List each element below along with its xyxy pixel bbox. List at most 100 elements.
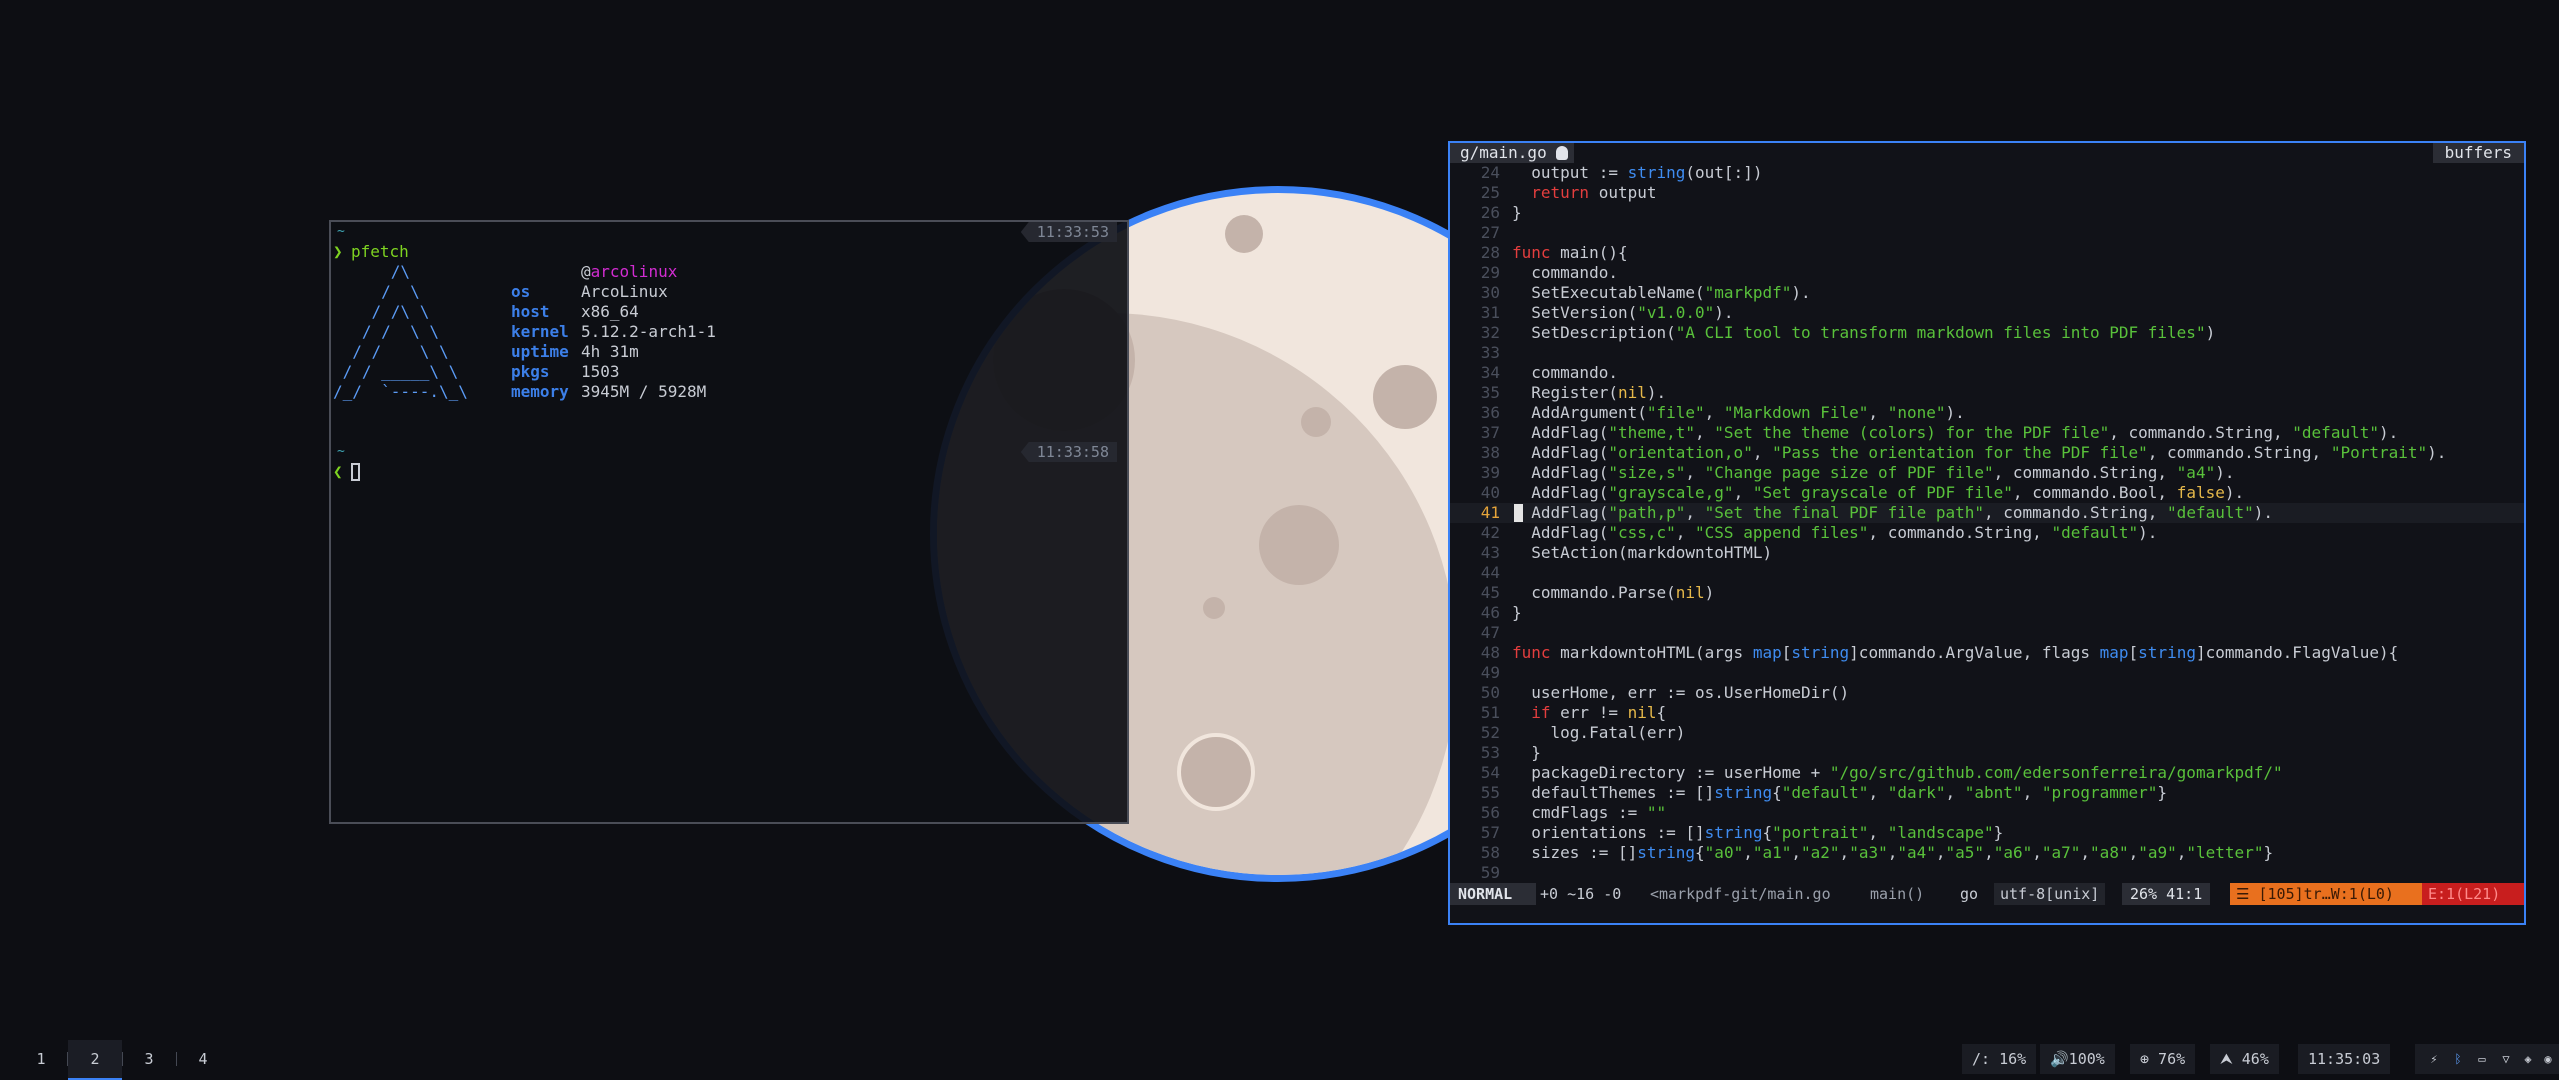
code-line[interactable]: 26} xyxy=(1450,203,2524,223)
ascii-logo-line: /_/ `----.\_\ xyxy=(333,382,468,401)
active-command-line[interactable]: ❮ xyxy=(331,462,1127,482)
line-number: 45 xyxy=(1480,583,1500,602)
ascii-logo-line: /\ xyxy=(333,262,411,281)
status-bar: 1 2 3 4 /: 16% 🔊100% ⊕ 76% ⮝ 46% 11:35:0… xyxy=(0,1040,2559,1080)
code-line[interactable]: 55 defaultThemes := []string{"default", … xyxy=(1450,783,2524,803)
code-text: orientations := []string{"portrait", "la… xyxy=(1512,823,2004,842)
clock-value: 11:35:03 xyxy=(2308,1050,2381,1068)
code-line[interactable]: 37 AddFlag("theme,t", "Set the theme (co… xyxy=(1450,423,2524,443)
vpn-icon[interactable]: ▽ xyxy=(2499,1052,2513,1066)
prompt-header: ~ 11:33:53 xyxy=(331,222,1127,242)
disk-usage-module[interactable]: /: 16% xyxy=(1962,1044,2037,1074)
pfetch-value-host: x86_64 xyxy=(581,302,639,321)
app-icon[interactable]: ⚡ xyxy=(2427,1052,2441,1066)
discord-icon[interactable]: ◉ xyxy=(2541,1052,2555,1066)
code-line[interactable]: 56 cmdFlags := "" xyxy=(1450,803,2524,823)
code-text: Register(nil). xyxy=(1512,383,1667,402)
buffer-tab-label: g/main.go xyxy=(1460,143,1547,162)
file-path: <markpdf-git/main.go xyxy=(1650,885,1831,903)
pfetch-value-os: ArcoLinux xyxy=(581,282,668,301)
line-number: 29 xyxy=(1480,263,1500,282)
buffer-tab[interactable]: g/main.go xyxy=(1450,143,1575,163)
code-line[interactable]: 30 SetExecutableName("markpdf"). xyxy=(1450,283,2524,303)
workspace-1[interactable]: 1 xyxy=(14,1040,68,1078)
prompt-arrow: ❮ xyxy=(333,462,343,481)
workspace-3[interactable]: 3 xyxy=(122,1040,176,1078)
code-line[interactable]: 58 sizes := []string{"a0","a1","a2","a3"… xyxy=(1450,843,2524,863)
code-line[interactable]: 45 commando.Parse(nil) xyxy=(1450,583,2524,603)
pfetch-user: @ xyxy=(581,262,591,281)
code-line[interactable]: 57 orientations := []string{"portrait", … xyxy=(1450,823,2524,843)
line-number: 44 xyxy=(1480,563,1500,582)
code-line[interactable]: 43 SetAction(markdowntoHTML) xyxy=(1450,543,2524,563)
code-line[interactable]: 42 AddFlag("css,c", "CSS append files", … xyxy=(1450,523,2524,543)
code-text: AddFlag("theme,t", "Set the theme (color… xyxy=(1512,423,2399,442)
code-line[interactable]: 50 userHome, err := os.UserHomeDir() xyxy=(1450,683,2524,703)
line-number: 28 xyxy=(1480,243,1500,262)
clock-module[interactable]: 11:35:03 xyxy=(2298,1044,2391,1074)
code-text: AddArgument("file", "Markdown File", "no… xyxy=(1512,403,1965,422)
pfetch-value-memory: 3945M / 5928M xyxy=(581,382,707,401)
code-line[interactable]: 59 xyxy=(1450,863,2524,883)
code-line[interactable]: 48 func markdowntoHTML(args map[string]co… xyxy=(1450,643,2524,663)
code-line[interactable]: 39 AddFlag("size,s", "Change page size o… xyxy=(1450,463,2524,483)
code-line[interactable]: 34 commando. xyxy=(1450,363,2524,383)
cpu-module[interactable]: ⊕ 76% xyxy=(2130,1044,2196,1074)
code-line[interactable]: 49 xyxy=(1450,663,2524,683)
code-line[interactable]: 32 SetDescription("A CLI tool to transfo… xyxy=(1450,323,2524,343)
code-text: log.Fatal(err) xyxy=(1512,723,1686,742)
code-line[interactable]: 29 commando. xyxy=(1450,263,2524,283)
command-input[interactable] xyxy=(351,462,360,482)
moon-crater xyxy=(1301,407,1331,437)
line-number: 58 xyxy=(1480,843,1500,862)
moon-crater xyxy=(1259,505,1339,585)
code-text: return output xyxy=(1531,183,1657,202)
code-line[interactable]: 47 xyxy=(1450,623,2524,643)
line-number: 36 xyxy=(1480,403,1500,422)
workspace-2[interactable]: 2 xyxy=(68,1040,122,1080)
editor-window[interactable]: g/main.go buffers 24 output := string(ou… xyxy=(1448,141,2526,925)
code-line[interactable]: 54 packageDirectory := userHome + "/go/s… xyxy=(1450,763,2524,783)
code-line[interactable]: 31 SetVersion("v1.0.0"). xyxy=(1450,303,2524,323)
code-line[interactable]: 33 xyxy=(1450,343,2524,363)
current-function: main() xyxy=(1870,885,1925,903)
code-line[interactable]: 53 } xyxy=(1450,743,2524,763)
code-text: AddFlag("orientation,o", "Pass the orien… xyxy=(1512,443,2447,462)
code-line[interactable]: 25 return output xyxy=(1450,183,2524,203)
code-line[interactable]: 51 if err != nil{ xyxy=(1450,703,2524,723)
code-line[interactable]: 44 xyxy=(1450,563,2524,583)
line-number: 51 xyxy=(1480,703,1500,722)
code-line[interactable]: 38 AddFlag("orientation,o", "Pass the or… xyxy=(1450,443,2524,463)
workspace-4[interactable]: 4 xyxy=(176,1040,230,1078)
bluetooth-icon[interactable]: ᛒ xyxy=(2451,1052,2465,1066)
line-number: 26 xyxy=(1480,203,1500,222)
security-icon[interactable]: ◈ xyxy=(2521,1052,2535,1066)
code-line[interactable]: 52 log.Fatal(err) xyxy=(1450,723,2524,743)
code-line[interactable]: 35 Register(nil). xyxy=(1450,383,2524,403)
code-line[interactable]: 24 output := string(out[:]) xyxy=(1450,163,2524,183)
updates-value: ⮝ 46% xyxy=(2220,1050,2269,1068)
volume-module[interactable]: 🔊100% xyxy=(2040,1044,2115,1074)
display-icon[interactable]: ▭ xyxy=(2475,1052,2489,1066)
prompt-timestamp: 11:33:53 xyxy=(1020,222,1117,242)
code-text: output := string(out[:]) xyxy=(1512,163,1763,182)
pfetch-key-uptime: uptime xyxy=(511,342,569,361)
line-number: 57 xyxy=(1480,823,1500,842)
code-text: } xyxy=(1512,203,1522,222)
ascii-logo-line: / /\ \ xyxy=(333,302,430,321)
code-line[interactable]: 40 AddFlag("grayscale,g", "Set grayscale… xyxy=(1450,483,2524,503)
gopher-icon xyxy=(1556,146,1569,160)
code-line[interactable]: 46} xyxy=(1450,603,2524,623)
code-line[interactable]: 28 func main(){ xyxy=(1450,243,2524,263)
code-text: } xyxy=(1512,603,1522,622)
code-line[interactable]: 36 AddArgument("file", "Markdown File", … xyxy=(1450,403,2524,423)
disk-usage-value: /: 16% xyxy=(1972,1050,2027,1068)
terminal-window[interactable]: ~ 11:33:53 ❯ pfetch /\ / \ / /\ \ / / \ … xyxy=(329,220,1129,824)
line-number: 32 xyxy=(1480,323,1500,342)
updates-module[interactable]: ⮝ 46% xyxy=(2210,1044,2279,1074)
line-number: 39 xyxy=(1480,463,1500,482)
terminal-cursor xyxy=(351,463,360,481)
code-line[interactable]: 41 AddFlag("path,p", "Set the final PDF … xyxy=(1450,503,2524,523)
file-encoding: utf-8[unix] xyxy=(1994,883,2106,905)
code-line[interactable]: 27 xyxy=(1450,223,2524,243)
